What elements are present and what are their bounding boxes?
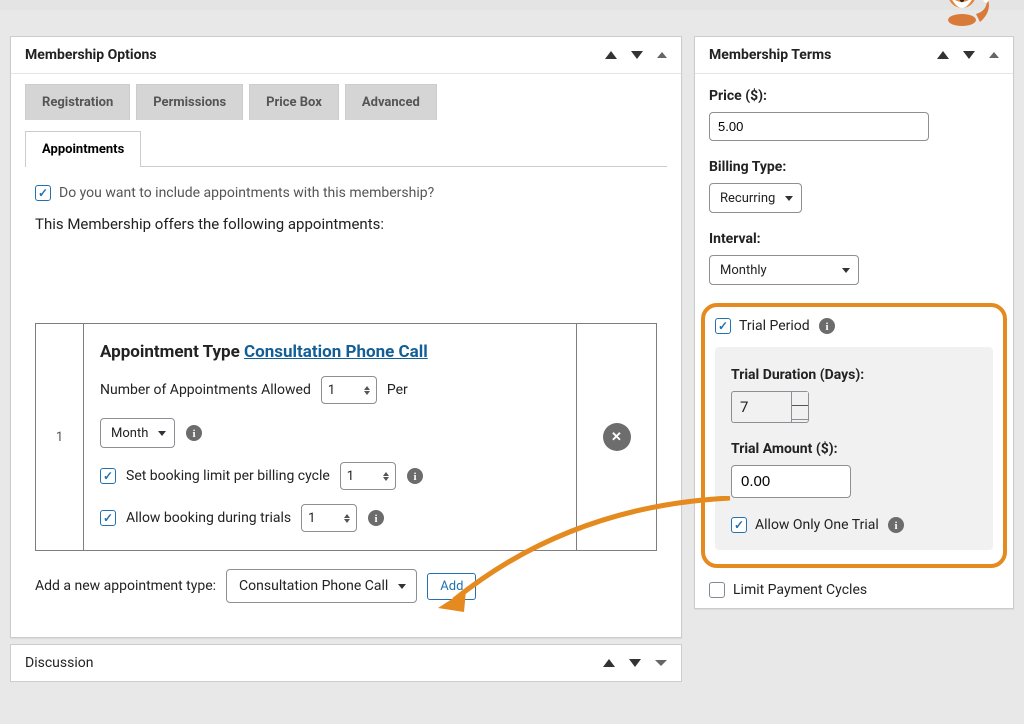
add-button[interactable]: Add (427, 573, 476, 600)
panel-collapse-icon[interactable] (989, 52, 999, 58)
only-one-trial-checkbox[interactable] (731, 517, 747, 533)
booking-limit-input[interactable]: 1 (340, 462, 396, 490)
trial-amount-label: Trial Amount ($): (731, 441, 977, 457)
terms-title: Membership Terms (709, 47, 831, 63)
trial-settings: Trial Duration (Days): 7 Trial Amount ($… (715, 347, 993, 550)
panel-title: Membership Options (25, 47, 157, 63)
fox-mascot-icon (932, 0, 992, 28)
billing-type-value: Recurring (720, 191, 775, 206)
allow-trials-input[interactable]: 1 (301, 504, 357, 532)
delete-appointment-button[interactable] (603, 423, 631, 451)
booking-limit-label: Set booking limit per billing cycle (126, 468, 330, 484)
chevron-down-icon (842, 268, 850, 273)
tabs: Registration Permissions Price Box Advan… (25, 84, 667, 167)
membership-options-panel: Membership Options Registration Permissi… (10, 36, 682, 638)
info-icon[interactable]: i (406, 467, 424, 485)
trial-period-label: Trial Period (739, 318, 810, 334)
trial-duration-input[interactable]: 7 (731, 391, 809, 423)
info-icon[interactable]: i (818, 317, 836, 335)
svg-text:i: i (825, 321, 828, 333)
svg-text:i: i (413, 471, 416, 483)
panel-collapse-icon[interactable] (657, 52, 667, 58)
svg-text:i: i (894, 520, 897, 532)
interval-select[interactable]: Monthly (709, 255, 859, 285)
discussion-title: Discussion (25, 655, 93, 671)
appointments-table: 1 Appointment Type Consultation Phone Ca… (35, 323, 657, 551)
top-spacer (0, 0, 1024, 10)
svg-text:i: i (375, 513, 378, 525)
info-icon[interactable]: i (887, 516, 905, 534)
per-label: Per (387, 382, 408, 398)
add-appointment-select-value: Consultation Phone Call (239, 578, 388, 594)
allow-trials-value: 1 (308, 511, 315, 526)
info-icon[interactable]: i (367, 509, 385, 527)
panel-move-up-icon[interactable] (937, 51, 949, 59)
tab-advanced[interactable]: Advanced (345, 84, 437, 120)
booking-limit-value: 1 (347, 469, 354, 484)
offers-heading: This Membership offers the following app… (35, 215, 657, 233)
allow-trials-checkbox[interactable] (100, 510, 116, 526)
appointment-row-body: Appointment Type Consultation Phone Call… (84, 324, 577, 551)
num-appointments-input[interactable]: 1 (321, 376, 377, 404)
limit-cycles-label: Limit Payment Cycles (733, 582, 867, 598)
panel-move-down-icon[interactable] (631, 51, 643, 59)
billing-type-select[interactable]: Recurring (709, 183, 802, 213)
chevron-down-icon (398, 584, 406, 589)
add-appointment-label: Add a new appointment type: (35, 578, 216, 594)
add-appointment-select[interactable]: Consultation Phone Call (226, 569, 417, 603)
stepper-icon[interactable] (383, 472, 389, 481)
discussion-panel: Discussion (10, 644, 682, 682)
tab-appointments[interactable]: Appointments (25, 131, 141, 167)
svg-text:i: i (193, 428, 196, 440)
booking-limit-checkbox[interactable] (100, 468, 116, 484)
chevron-down-icon (785, 196, 793, 201)
trial-duration-value: 7 (731, 391, 791, 423)
membership-terms-panel: Membership Terms Price ($): Billing Type… (694, 36, 1014, 609)
only-one-trial-label: Allow Only One Trial (755, 517, 879, 533)
chevron-down-icon (158, 431, 166, 436)
panel-expand-icon[interactable] (655, 660, 667, 666)
tab-pricebox[interactable]: Price Box (249, 84, 339, 120)
per-unit-value: Month (111, 426, 148, 441)
per-unit-select[interactable]: Month (100, 418, 175, 448)
num-appointments-label: Number of Appointments Allowed (100, 382, 311, 398)
info-icon[interactable]: i (185, 424, 203, 442)
include-appointments-label: Do you want to include appointments with… (59, 185, 434, 201)
tab-permissions[interactable]: Permissions (136, 84, 243, 120)
billing-type-label: Billing Type: (709, 159, 999, 175)
interval-label: Interval: (709, 231, 999, 247)
appointment-type-label: Appointment Type (100, 342, 240, 362)
panel-move-down-icon[interactable] (963, 51, 975, 59)
row-number: 1 (36, 324, 84, 551)
panel-move-up-icon[interactable] (605, 51, 617, 59)
appointment-type-link[interactable]: Consultation Phone Call (244, 342, 428, 362)
price-label: Price ($): (709, 88, 999, 104)
include-appointments-checkbox[interactable] (35, 185, 51, 201)
trial-amount-input[interactable] (731, 465, 851, 498)
panel-header: Membership Options (11, 37, 681, 74)
limit-cycles-checkbox[interactable] (709, 582, 725, 598)
stepper-icon[interactable] (364, 386, 370, 395)
price-input[interactable] (709, 112, 929, 141)
tab-content-appointments: Do you want to include appointments with… (25, 167, 667, 627)
trial-highlight-box: Trial Period i Trial Duration (Days): 7 (701, 303, 1007, 568)
panel-move-up-icon[interactable] (603, 659, 615, 667)
interval-value: Monthly (720, 263, 767, 278)
stepper-icon[interactable] (791, 391, 809, 423)
stepper-icon[interactable] (344, 514, 350, 523)
trial-duration-label: Trial Duration (Days): (731, 367, 977, 383)
allow-trials-label: Allow booking during trials (126, 510, 291, 526)
num-appointments-value: 1 (328, 383, 335, 398)
trial-period-checkbox[interactable] (715, 318, 731, 334)
panel-move-down-icon[interactable] (629, 659, 641, 667)
tab-registration[interactable]: Registration (25, 84, 130, 120)
